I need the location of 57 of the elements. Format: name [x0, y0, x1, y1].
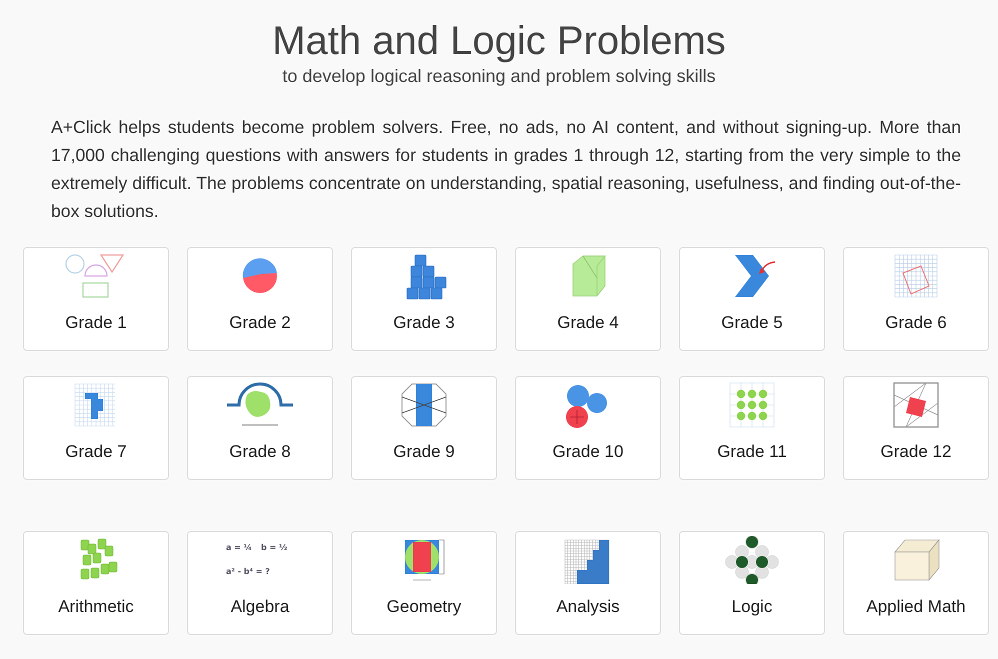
- category-card[interactable]: Grade 2: [187, 247, 333, 351]
- card-label: Grade 1: [65, 313, 127, 333]
- card-label: Grade 10: [552, 442, 624, 462]
- category-card[interactable]: a = ¼ b = ½ a² - b⁴ = ? Algebra: [187, 531, 333, 635]
- category-card[interactable]: Grade 5: [679, 247, 825, 351]
- page-title: Math and Logic Problems: [271, 18, 727, 64]
- inscribed-square-drawing: [405, 540, 444, 580]
- staircase-grid-drawing: [564, 540, 610, 584]
- category-card[interactable]: Grade 9: [351, 376, 497, 480]
- pie-drawing: [242, 258, 277, 293]
- category-card[interactable]: Grade 3: [351, 247, 497, 351]
- card-label: Grade 7: [65, 442, 127, 462]
- grid-square-drawing: [894, 254, 938, 298]
- category-card[interactable]: Arithmetic: [23, 531, 169, 635]
- shapes-drawing: [65, 254, 124, 298]
- cubes-drawing: [406, 254, 446, 300]
- category-card[interactable]: Geometry: [351, 531, 497, 635]
- category-card[interactable]: Grade 1: [23, 247, 169, 351]
- arch-drawing: [227, 382, 293, 426]
- card-label: Logic: [732, 597, 772, 617]
- card-label: Grade 12: [880, 442, 952, 462]
- number-tiles-drawing: [80, 538, 118, 580]
- category-card[interactable]: Analysis: [515, 531, 661, 635]
- card-label: Grade 9: [393, 442, 455, 462]
- octagon-drawing: [402, 384, 446, 426]
- category-card[interactable]: Grade 10: [515, 376, 661, 480]
- card-label: Analysis: [556, 597, 620, 617]
- dots-drawing: [730, 382, 774, 428]
- card-label: Grade 4: [557, 313, 619, 333]
- category-card[interactable]: Grade 7: [23, 376, 169, 480]
- box-drawing: [894, 539, 940, 581]
- card-label: Grade 5: [721, 313, 783, 333]
- hexagons-drawing: [725, 536, 779, 584]
- tilted-square-drawing: [893, 382, 939, 428]
- category-card[interactable]: Grade 6: [843, 247, 989, 351]
- page-subtitle: to develop logical reasoning and problem solving skills: [281, 66, 717, 87]
- category-card[interactable]: Grade 12: [843, 376, 989, 480]
- category-card[interactable]: Logic: [679, 531, 825, 635]
- formula-drawing: a = ¼ b = ½ a² - b⁴ = ?: [226, 543, 288, 576]
- card-label: Geometry: [386, 597, 462, 617]
- card-label: Grade 2: [229, 313, 291, 333]
- card-label: Grade 11: [717, 442, 787, 462]
- category-card[interactable]: Grade 8: [187, 376, 333, 480]
- category-card[interactable]: Grade 11: [679, 376, 825, 480]
- card-label: Grade 8: [229, 442, 291, 462]
- card-label: Algebra: [230, 597, 290, 617]
- intro-paragraph: A+Click helps students become problem solvers. Free, no ads, no AI content, and without signing-up. More than 17,000 challenging questions with answers for students in grades 1 through 12, starting from the very simple to the extremely difficult. The problems concentrate on understanding, spatial reasoning, usefulness, and finding out-of-the-box solutions.: [51, 116, 961, 223]
- category-card[interactable]: Grade 4: [515, 247, 661, 351]
- card-label: Arithmetic: [58, 597, 134, 617]
- card-label: Grade 3: [393, 313, 455, 333]
- cube-drawing: [572, 256, 606, 296]
- grid-bars-drawing: [74, 384, 116, 426]
- card-label: Grade 6: [885, 313, 947, 333]
- category-card[interactable]: Applied Math: [843, 531, 989, 635]
- card-label: Applied Math: [866, 597, 966, 617]
- chevron-drawing: [735, 255, 776, 297]
- circles-drawing: [566, 385, 607, 428]
